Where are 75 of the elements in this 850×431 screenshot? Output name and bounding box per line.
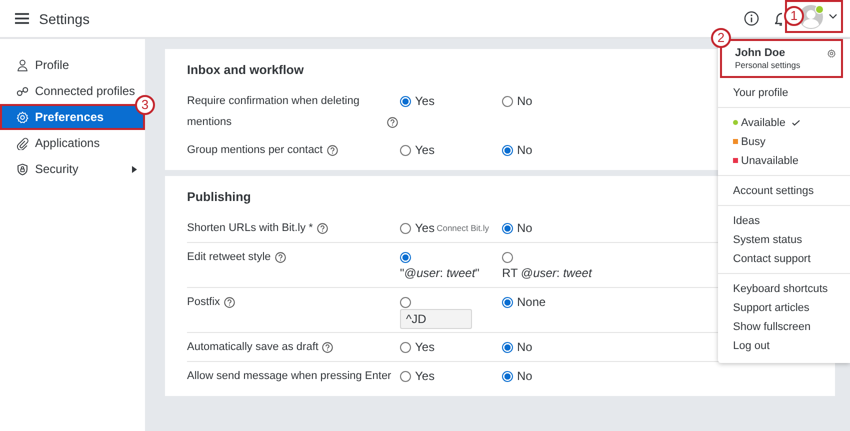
radio-button[interactable] xyxy=(502,145,513,156)
help-icon[interactable] xyxy=(224,297,236,308)
menu-item[interactable]: Show fullscreen xyxy=(718,317,850,336)
radio-button[interactable] xyxy=(400,223,411,234)
user-name: John Doe xyxy=(735,46,786,60)
user-subtitle: Personal settings xyxy=(735,60,802,71)
postfix-field[interactable]: ^JD xyxy=(400,309,472,329)
radio-button[interactable] xyxy=(502,96,513,107)
radio-button[interactable] xyxy=(400,342,411,353)
checkmark-icon xyxy=(792,120,800,126)
option-label: No xyxy=(517,142,532,159)
option-label: "@user: tweet" xyxy=(400,265,480,282)
menu-item[interactable]: Available xyxy=(718,113,850,132)
option-label: None xyxy=(517,294,546,311)
help-icon[interactable] xyxy=(316,223,328,234)
option-label: Yes xyxy=(415,142,435,159)
radio-button[interactable] xyxy=(502,252,513,263)
option-label: Yes xyxy=(415,93,435,110)
option-label: No xyxy=(517,93,532,110)
menu-item[interactable]: Support articles xyxy=(718,298,850,317)
menu-item[interactable]: Unavailable xyxy=(718,151,850,170)
callout-number: 1 xyxy=(784,6,804,26)
menu-item[interactable]: System status xyxy=(718,230,850,249)
setting-label: Automatically save as draft xyxy=(187,340,318,355)
option-label: No xyxy=(517,368,532,385)
chevron-down-icon[interactable] xyxy=(829,14,837,19)
setting-label: Postfix xyxy=(187,295,220,310)
menu-item[interactable]: Keyboard shortcuts xyxy=(718,279,850,298)
shield-icon xyxy=(16,162,29,176)
option-label: Yes xyxy=(415,220,435,237)
setting-label: Group mentions per contact xyxy=(187,143,323,158)
radio-button[interactable] xyxy=(400,145,411,156)
radio-button[interactable] xyxy=(400,297,411,308)
option-label: Yes xyxy=(415,368,435,385)
menu-item[interactable]: Account settings xyxy=(718,181,850,200)
sidebar-item[interactable]: Applications xyxy=(0,130,145,156)
option-label: RT @user: tweet xyxy=(502,265,592,282)
section-title: Inbox and workflow xyxy=(187,63,304,77)
option-label: No xyxy=(517,220,532,237)
bell-icon[interactable] xyxy=(775,11,782,26)
radio-button[interactable] xyxy=(502,223,513,234)
help-icon[interactable] xyxy=(322,342,334,353)
setting-label: Shorten URLs with Bit.ly * xyxy=(187,221,313,236)
connect-link[interactable]: Connect Bit.ly xyxy=(436,218,490,239)
setting-label: Edit retweet style xyxy=(187,250,271,265)
paperclip-icon xyxy=(16,136,29,150)
radio-button[interactable] xyxy=(400,96,411,107)
info-icon[interactable] xyxy=(744,11,759,26)
menu-item[interactable]: Ideas xyxy=(718,211,850,230)
help-icon[interactable] xyxy=(274,252,286,263)
setting-label: Allow send message when pressing Enter xyxy=(187,369,392,384)
radio-button[interactable] xyxy=(400,371,411,382)
gear-icon xyxy=(16,110,29,124)
gear-icon[interactable] xyxy=(827,49,836,58)
menu-item[interactable]: Contact support xyxy=(718,249,850,268)
setting-label: Require confirmation when deleting mentions xyxy=(187,94,360,130)
help-icon[interactable] xyxy=(387,117,398,128)
radio-button[interactable] xyxy=(502,371,513,382)
menu-icon[interactable] xyxy=(15,13,29,24)
person-icon xyxy=(16,58,29,72)
sidebar-item[interactable]: Security xyxy=(0,156,145,182)
sidebar-item[interactable]: Profile xyxy=(0,52,145,78)
section-title: Publishing xyxy=(187,190,251,204)
option-label: Yes xyxy=(415,339,435,356)
menu-item[interactable]: Log out xyxy=(718,336,850,355)
radio-button[interactable] xyxy=(502,297,513,308)
link-icon xyxy=(16,84,29,98)
caret-right-icon xyxy=(132,166,137,172)
radio-button[interactable] xyxy=(502,342,513,353)
menu-item[interactable]: Busy xyxy=(718,132,850,151)
help-icon[interactable] xyxy=(326,145,338,156)
radio-button[interactable] xyxy=(400,252,411,263)
page-title: Settings xyxy=(39,10,90,26)
option-label: No xyxy=(517,339,532,356)
menu-item[interactable]: Your profile xyxy=(718,83,850,102)
